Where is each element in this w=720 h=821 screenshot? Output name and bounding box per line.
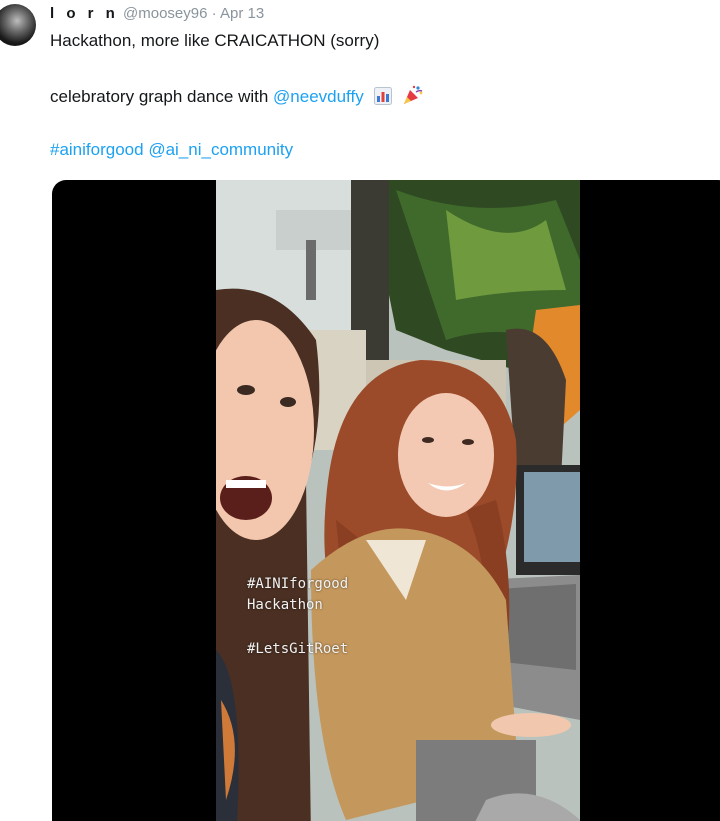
user-handle[interactable]: @moosey96 bbox=[123, 5, 207, 22]
avatar[interactable] bbox=[0, 4, 36, 46]
video-overlay-text-3: #LetsGitRoet bbox=[247, 641, 349, 657]
video-overlay-text-2: Hackathon bbox=[247, 597, 323, 613]
community-mention-link[interactable]: @ai_ni_community bbox=[148, 140, 293, 159]
tweet: l o r n @moosey96 · Apr 13 Hackathon, mo… bbox=[0, 0, 720, 821]
tweet-text-line-3: #ainiforgood @ai_ni_community bbox=[50, 139, 293, 161]
video-overlay-text-1: #AINIforgood bbox=[247, 576, 349, 592]
tweet-text-line-1: Hackathon, more like CRAICATHON (sorry) bbox=[50, 31, 380, 50]
tweet-header: l o r n @moosey96 · Apr 13 bbox=[50, 4, 264, 24]
video-thumbnail-image bbox=[216, 180, 580, 821]
party-popper-icon bbox=[404, 85, 423, 104]
tweet-date[interactable]: Apr 13 bbox=[220, 5, 264, 22]
separator: · bbox=[211, 5, 217, 22]
tweet-text-line-2: celebratory graph dance with @neevduffy bbox=[50, 84, 424, 108]
mention-link[interactable]: @neevduffy bbox=[273, 87, 364, 106]
bar-chart-icon bbox=[374, 87, 393, 105]
display-name[interactable]: l o r n bbox=[50, 5, 119, 22]
video-player[interactable]: #AINIforgood Hackathon #LetsGitRoet bbox=[52, 180, 720, 821]
tweet-text: celebratory graph dance with bbox=[50, 87, 269, 106]
video-frame[interactable]: #AINIforgood Hackathon #LetsGitRoet bbox=[216, 180, 580, 821]
hashtag-link[interactable]: #ainiforgood bbox=[50, 140, 144, 159]
